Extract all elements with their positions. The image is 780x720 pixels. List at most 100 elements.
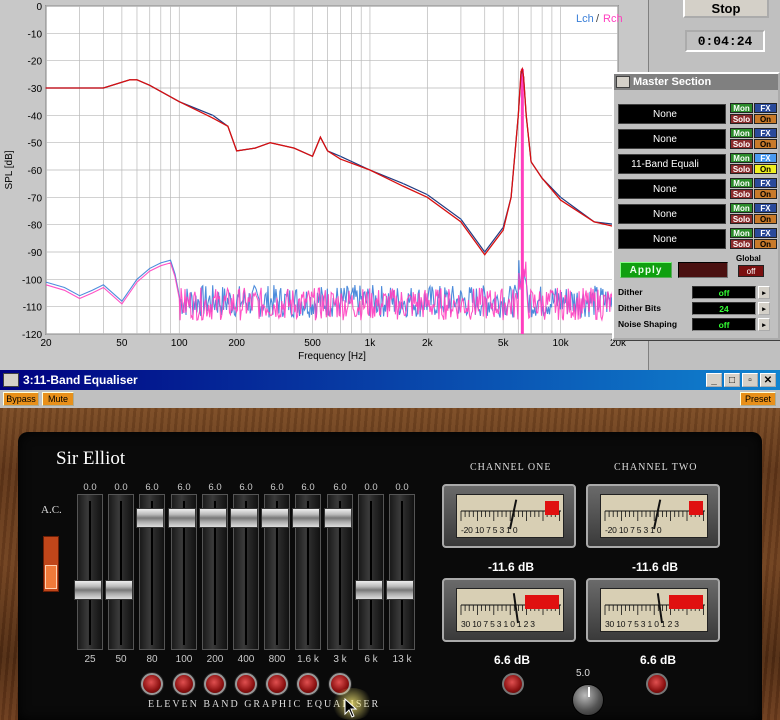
y-axis-label: SPL [dB] <box>4 150 15 189</box>
ch1-input-meter: -20 10 7 5 3 1 0 <box>442 484 576 548</box>
restore-button[interactable]: ▫ <box>742 373 758 387</box>
data-point <box>311 155 314 157</box>
effect-slot-select[interactable]: None <box>618 104 726 124</box>
on-button[interactable]: On <box>754 214 777 224</box>
dither-row: Dither off ▸ <box>618 286 774 300</box>
data-point <box>530 161 532 163</box>
band-slider-knob[interactable] <box>324 508 352 528</box>
solo-button[interactable]: Solo <box>730 189 753 199</box>
ac-switch-lever[interactable] <box>45 565 57 589</box>
data-point <box>339 158 341 160</box>
band-led-button[interactable] <box>235 673 257 695</box>
band-slider-track[interactable] <box>108 494 134 650</box>
on-button[interactable]: On <box>754 139 777 149</box>
channel-two-label: CHANNEL TWO <box>614 462 698 473</box>
fx-button[interactable]: FX <box>754 103 777 113</box>
ac-power-switch[interactable] <box>43 536 59 592</box>
meter-face: -20 10 7 5 3 1 0 <box>600 494 708 538</box>
solo-button[interactable]: Solo <box>730 164 753 174</box>
close-button[interactable]: ✕ <box>760 373 776 387</box>
band-slider-knob[interactable] <box>105 580 133 600</box>
noise-shaping-value[interactable]: off <box>692 318 756 331</box>
mon-button[interactable]: Mon <box>730 128 753 138</box>
band-slider-knob[interactable] <box>74 580 102 600</box>
ch2-gain-knob[interactable] <box>646 673 668 695</box>
legend-rch: Rch <box>603 13 623 25</box>
eq-title-bar[interactable]: 3:11-Band Equaliser _ □ ▫ ✕ <box>0 370 780 390</box>
band-led-button[interactable] <box>297 673 319 695</box>
mon-button[interactable]: Mon <box>730 203 753 213</box>
dither-bits-spin-icon[interactable]: ▸ <box>758 302 770 315</box>
fx-button[interactable]: FX <box>754 228 777 238</box>
mon-button[interactable]: Mon <box>730 153 753 163</box>
band-slider-knob[interactable] <box>199 508 227 528</box>
fx-button[interactable]: FX <box>754 153 777 163</box>
ch2-input-meter: -20 10 7 5 3 1 0 <box>586 484 720 548</box>
window-menu-icon[interactable] <box>3 373 19 387</box>
ch1-gain-knob[interactable] <box>502 673 524 695</box>
fx-button[interactable]: FX <box>754 178 777 188</box>
band-slider-knob[interactable] <box>386 580 414 600</box>
bypass-indicator[interactable] <box>678 262 728 278</box>
effect-slot-select[interactable]: None <box>618 129 726 149</box>
dither-label: Dither <box>618 287 643 297</box>
preset-button[interactable]: Preset <box>740 392 776 406</box>
master-section-window: Master Section None Mon FX Solo On None Mon FX S… <box>612 72 780 340</box>
on-button[interactable]: On <box>754 189 777 199</box>
y-tick-label: 0 <box>36 2 42 13</box>
data-point <box>560 199 562 201</box>
dither-spin-icon[interactable]: ▸ <box>758 286 770 299</box>
band-slider-track[interactable] <box>389 494 415 650</box>
solo-button[interactable]: Solo <box>730 239 753 249</box>
band-slider-knob[interactable] <box>230 508 258 528</box>
mon-button[interactable]: Mon <box>730 178 753 188</box>
dither-bits-value[interactable]: 24 <box>692 302 756 315</box>
apply-button[interactable]: Apply <box>620 262 672 278</box>
band-led-button[interactable] <box>141 673 163 695</box>
window-menu-icon[interactable] <box>616 76 630 88</box>
data-point <box>402 185 405 187</box>
eq-band: 6.0 80 <box>136 482 166 672</box>
data-point <box>426 194 428 196</box>
on-button[interactable]: On <box>754 164 777 174</box>
effect-slot-select[interactable]: None <box>618 179 726 199</box>
effect-slot-select[interactable]: None <box>618 229 726 249</box>
band-slider-track[interactable] <box>358 494 384 650</box>
effect-slot-select[interactable]: 11-Band Equali <box>618 154 726 174</box>
on-button[interactable]: On <box>754 114 777 124</box>
mon-button[interactable]: Mon <box>730 228 753 238</box>
maximize-button[interactable]: □ <box>724 373 740 387</box>
band-led-button[interactable] <box>266 673 288 695</box>
screen: 0 -10 -20 -30 -40 -50 -60 -70 -80 -90 -100 -110 -120… <box>0 0 780 720</box>
fx-button[interactable]: FX <box>754 203 777 213</box>
data-point <box>45 87 47 89</box>
stop-button[interactable]: Stop <box>683 0 769 18</box>
master-title-bar[interactable]: Master Section <box>614 74 778 90</box>
solo-button[interactable]: Solo <box>730 139 753 149</box>
band-led-button[interactable] <box>173 673 195 695</box>
global-toggle[interactable]: off <box>738 265 764 277</box>
dither-value[interactable]: off <box>692 286 756 299</box>
band-slider-knob[interactable] <box>355 580 383 600</box>
balance-knob[interactable] <box>572 684 604 716</box>
slot-buttons: Mon FX Solo On <box>730 103 778 125</box>
band-slider-knob[interactable] <box>261 508 289 528</box>
noise-shaping-spin-icon[interactable]: ▸ <box>758 318 770 331</box>
bypass-button[interactable]: Bypass <box>3 392 39 406</box>
mon-button[interactable]: Mon <box>730 103 753 113</box>
band-led-button[interactable] <box>204 673 226 695</box>
eq-band: 6.0 1.6 k <box>292 482 322 672</box>
band-slider-track[interactable] <box>77 494 103 650</box>
eq-band: 0.0 25 <box>74 482 104 672</box>
band-slider-knob[interactable] <box>292 508 320 528</box>
band-slider-knob[interactable] <box>168 508 196 528</box>
effect-slot-select[interactable]: None <box>618 204 726 224</box>
on-button[interactable]: On <box>754 239 777 249</box>
fx-button[interactable]: FX <box>754 128 777 138</box>
solo-button[interactable]: Solo <box>730 114 753 124</box>
band-slider-knob[interactable] <box>136 508 164 528</box>
minimize-button[interactable]: _ <box>706 373 722 387</box>
balance-value: 5.0 <box>576 668 590 679</box>
mute-button[interactable]: Mute <box>42 392 74 406</box>
solo-button[interactable]: Solo <box>730 214 753 224</box>
